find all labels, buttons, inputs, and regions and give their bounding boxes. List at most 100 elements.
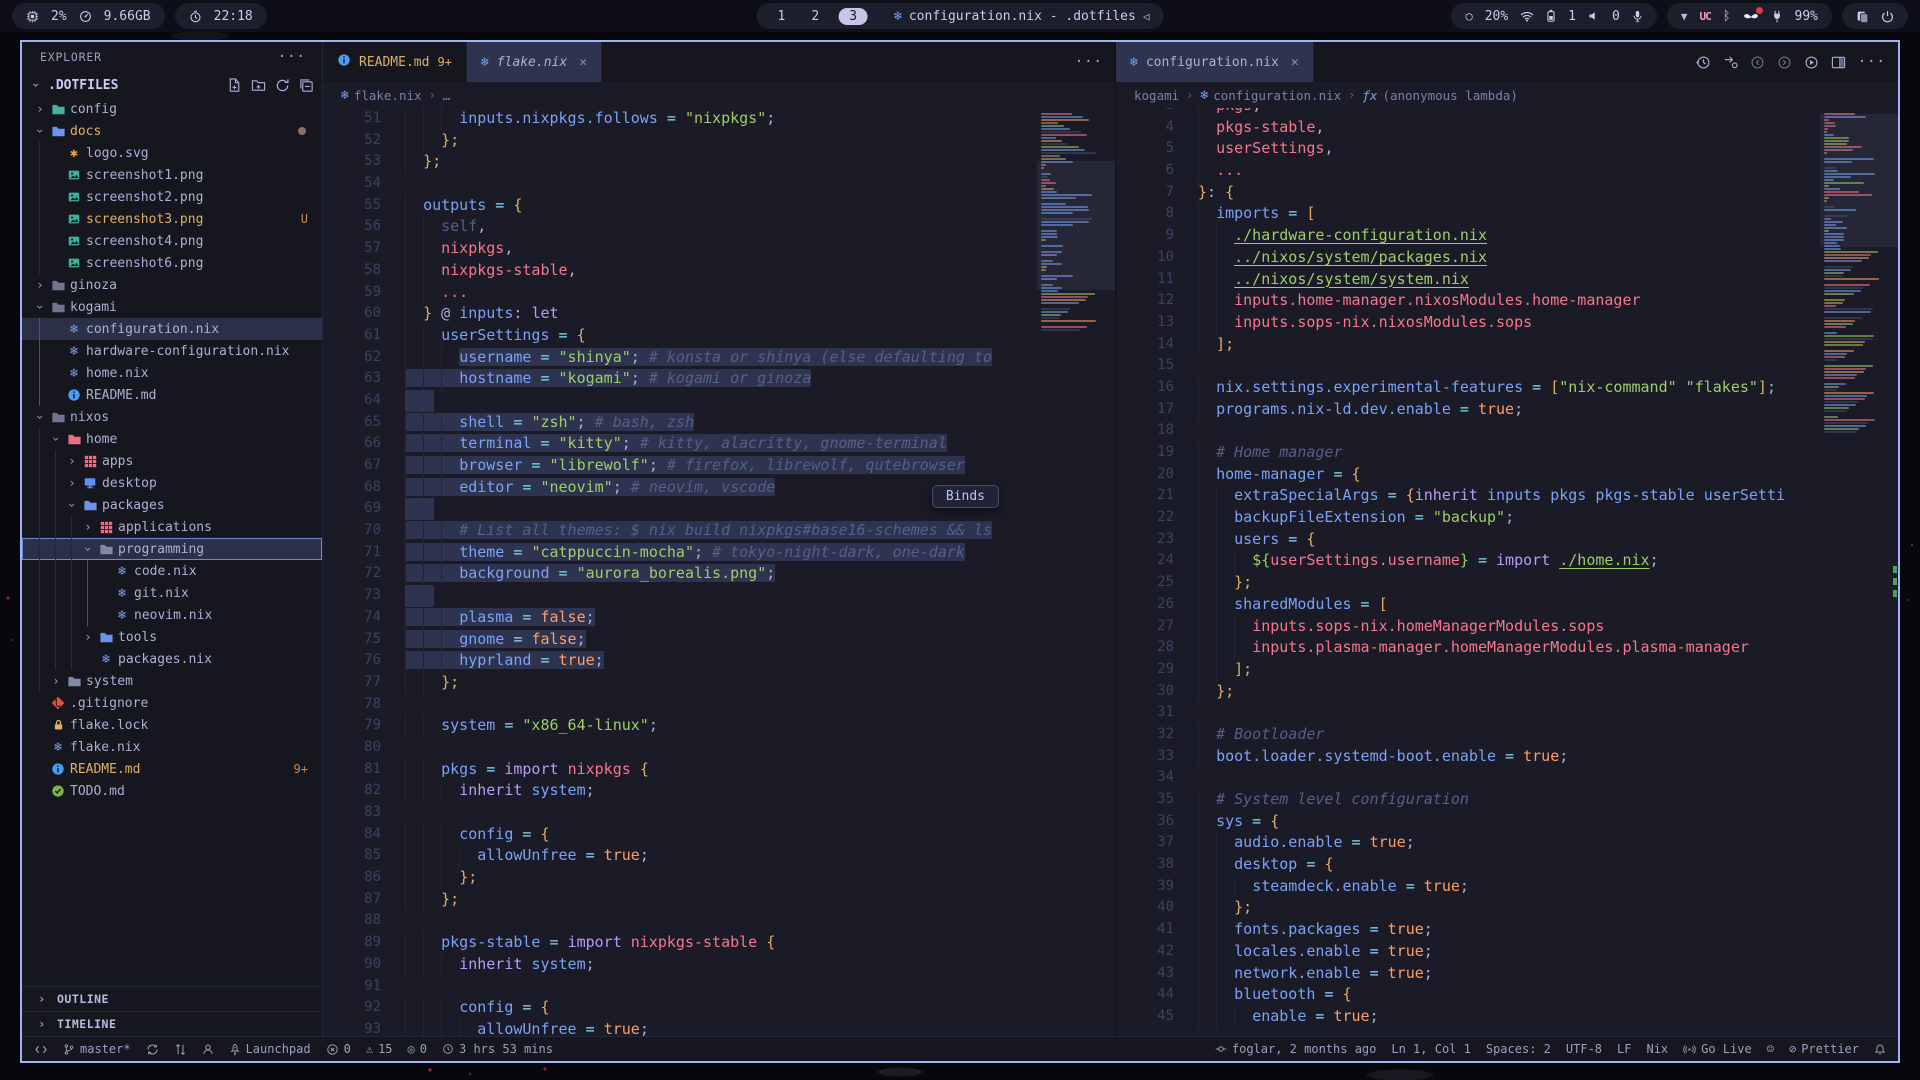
new-file-button[interactable] <box>227 78 242 93</box>
tree-item-system[interactable]: ›system <box>22 670 322 692</box>
chevron-right-icon[interactable]: › <box>80 631 96 643</box>
tree-item-git-nix[interactable]: ❄git.nix <box>22 582 322 604</box>
chevron-down-icon[interactable]: › <box>50 431 62 447</box>
chevron-right-icon[interactable]: › <box>48 675 64 687</box>
code-line-36[interactable]: 36 sys = { <box>1116 811 1820 833</box>
code-line-54[interactable]: 54 <box>323 173 1037 195</box>
minimap-slider[interactable] <box>1037 161 1115 290</box>
code-line-59[interactable]: 59 ... <box>323 282 1037 304</box>
code-line-61[interactable]: 61 userSettings = { <box>323 325 1037 347</box>
tree-item-home[interactable]: ›home <box>22 428 322 450</box>
tree-item-tools[interactable]: ›tools <box>22 626 322 648</box>
status-eol[interactable]: LF <box>1617 1042 1631 1056</box>
new-folder-button[interactable] <box>251 78 266 93</box>
code-line-43[interactable]: 43 network.enable = true; <box>1116 963 1820 985</box>
code-editor-flake-nix[interactable]: 51 inputs.nixpkgs.follows = "nixpkgs";52… <box>323 108 1037 1036</box>
code-line-71[interactable]: 71 theme = "catppuccin-mocha"; # tokyo-n… <box>323 542 1037 564</box>
tree-item-todo-md[interactable]: TODO.md <box>22 780 322 802</box>
tree-item-home-nix[interactable]: ❄home.nix <box>22 362 322 384</box>
status-remote-indicator[interactable] <box>34 1043 48 1056</box>
tree-item-docs[interactable]: ›docs <box>22 120 322 142</box>
code-line-41[interactable]: 41 fonts.packages = true; <box>1116 919 1820 941</box>
code-line-70[interactable]: 70 # List all themes: $ nix build nixpkg… <box>323 520 1037 542</box>
breadcrumb-item[interactable]: ❄flake.nix <box>341 88 422 103</box>
code-line-93[interactable]: 93 allowUnfree = true; <box>323 1019 1037 1036</box>
workspace-2[interactable]: 2 <box>804 9 826 24</box>
code-line-21[interactable]: 21 extraSpecialArgs = {inherit inputs pk… <box>1116 485 1820 507</box>
status-errors[interactable]: 0 <box>326 1042 351 1056</box>
session-widget[interactable] <box>1842 3 1908 29</box>
code-line-34[interactable]: 34 <box>1116 767 1820 789</box>
power-icon[interactable] <box>1881 10 1894 23</box>
timeline-icon[interactable] <box>1696 55 1711 70</box>
minimap-slider[interactable] <box>1820 114 1898 247</box>
explorer-more-actions[interactable]: ··· <box>278 49 306 65</box>
code-line-14[interactable]: 14 ]; <box>1116 334 1820 356</box>
workspace-1[interactable]: 1 <box>771 9 793 24</box>
tree-item-screenshot4-png[interactable]: screenshot4.png <box>22 230 322 252</box>
tab-flake-nix[interactable]: ❄flake.nix✕ <box>467 42 602 82</box>
tab-configuration-nix[interactable]: ❄configuration.nix✕ <box>1116 42 1314 82</box>
status-accounts[interactable] <box>202 1043 214 1056</box>
code-line-86[interactable]: 86 }; <box>323 867 1037 889</box>
tree-item-desktop[interactable]: ›desktop <box>22 472 322 494</box>
code-line-89[interactable]: 89 pkgs-stable = import nixpkgs-stable { <box>323 932 1037 954</box>
outline-section[interactable]: › OUTLINE <box>22 986 322 1011</box>
code-line-76[interactable]: 76 hyprland = true; <box>323 650 1037 672</box>
tree-item-kogami[interactable]: ›kogami <box>22 296 322 318</box>
collapse-folders-button[interactable] <box>299 78 314 93</box>
code-line-58[interactable]: 58 nixpkgs-stable, <box>323 260 1037 282</box>
chevron-right-icon[interactable]: › <box>32 279 48 291</box>
breadcrumb-item[interactable]: kogami <box>1134 88 1179 103</box>
code-line-26[interactable]: 26 sharedModules = [ <box>1116 594 1820 616</box>
code-line-62[interactable]: 62 username = "shinya"; # konsta or shin… <box>323 347 1037 369</box>
tree-item-nixos[interactable]: ›nixos <box>22 406 322 428</box>
minimap-left[interactable] <box>1037 108 1115 1036</box>
code-line-33[interactable]: 33 boot.loader.systemd-boot.enable = tru… <box>1116 746 1820 768</box>
code-line-25[interactable]: 25 }; <box>1116 572 1820 594</box>
code-line-52[interactable]: 52 }; <box>323 130 1037 152</box>
tree-item-packages[interactable]: ›packages <box>22 494 322 516</box>
status-cursor-position[interactable]: Ln 1, Col 1 <box>1391 1042 1470 1056</box>
tree-item-screenshot6-png[interactable]: screenshot6.png <box>22 252 322 274</box>
code-line-56[interactable]: 56 self, <box>323 216 1037 238</box>
code-line-78[interactable]: 78 <box>323 694 1037 716</box>
tree-item-screenshot2-png[interactable]: screenshot2.png <box>22 186 322 208</box>
code-line-22[interactable]: 22 backupFileExtension = "backup"; <box>1116 507 1820 529</box>
close-icon[interactable]: ✕ <box>579 55 587 70</box>
tree-item-logo-svg[interactable]: ✱logo.svg <box>22 142 322 164</box>
tree-item-readme-md[interactable]: README.md <box>22 384 322 406</box>
code-line-9[interactable]: 9 ./hardware-configuration.nix <box>1116 225 1820 247</box>
status-gitlens-blame[interactable]: foglar, 2 months ago <box>1215 1042 1377 1056</box>
code-line-11[interactable]: 11 ../nixos/system/system.nix <box>1116 269 1820 291</box>
code-line-68[interactable]: 68 editor = "neovim"; # neovim, vscode <box>323 477 1037 499</box>
code-line-10[interactable]: 10 ../nixos/system/packages.nix <box>1116 247 1820 269</box>
close-icon[interactable]: ✕ <box>1291 55 1299 70</box>
tree-item-screenshot1-png[interactable]: screenshot1.png <box>22 164 322 186</box>
code-line-39[interactable]: 39 steamdeck.enable = true; <box>1116 876 1820 898</box>
breadcrumb-left[interactable]: ❄flake.nix›… <box>323 82 1115 108</box>
run-code-icon[interactable] <box>1804 55 1819 70</box>
code-line-13[interactable]: 13 inputs.sops-nix.nixosModules.sops <box>1116 312 1820 334</box>
code-line-72[interactable]: 72 background = "aurora_borealis.png"; <box>323 563 1037 585</box>
chevron-down-icon[interactable]: › <box>34 409 46 425</box>
tree-item-neovim-nix[interactable]: ❄neovim.nix <box>22 604 322 626</box>
tree-item-packages-nix[interactable]: ❄packages.nix <box>22 648 322 670</box>
code-line-29[interactable]: 29 ]; <box>1116 659 1820 681</box>
chevron-down-icon[interactable]: › <box>34 123 46 139</box>
code-line-28[interactable]: 28 inputs.plasma-manager.homeManagerModu… <box>1116 637 1820 659</box>
status-feedback[interactable]: ☺ <box>1767 1042 1774 1056</box>
status-encoding[interactable]: UTF-8 <box>1566 1042 1602 1056</box>
timeline-section[interactable]: › TIMELINE <box>22 1011 322 1036</box>
code-line-6[interactable]: 6 ... <box>1116 160 1820 182</box>
code-line-35[interactable]: 35 # System level configuration <box>1116 789 1820 811</box>
editor-more-actions[interactable]: ··· <box>1075 54 1103 70</box>
workspace-root-row[interactable]: › .DOTFILES <box>22 72 322 98</box>
breadcrumb-right[interactable]: kogami›❄configuration.nix›ƒx(anonymous l… <box>1116 82 1898 108</box>
code-line-5[interactable]: 5 userSettings, <box>1116 138 1820 160</box>
code-line-42[interactable]: 42 locales.enable = true; <box>1116 941 1820 963</box>
chevron-right-icon[interactable]: › <box>64 477 80 489</box>
code-line-27[interactable]: 27 inputs.sops-nix.homeManagerModules.so… <box>1116 616 1820 638</box>
breadcrumb-item[interactable]: ❄configuration.nix <box>1200 88 1341 103</box>
code-line-32[interactable]: 32 # Bootloader <box>1116 724 1820 746</box>
